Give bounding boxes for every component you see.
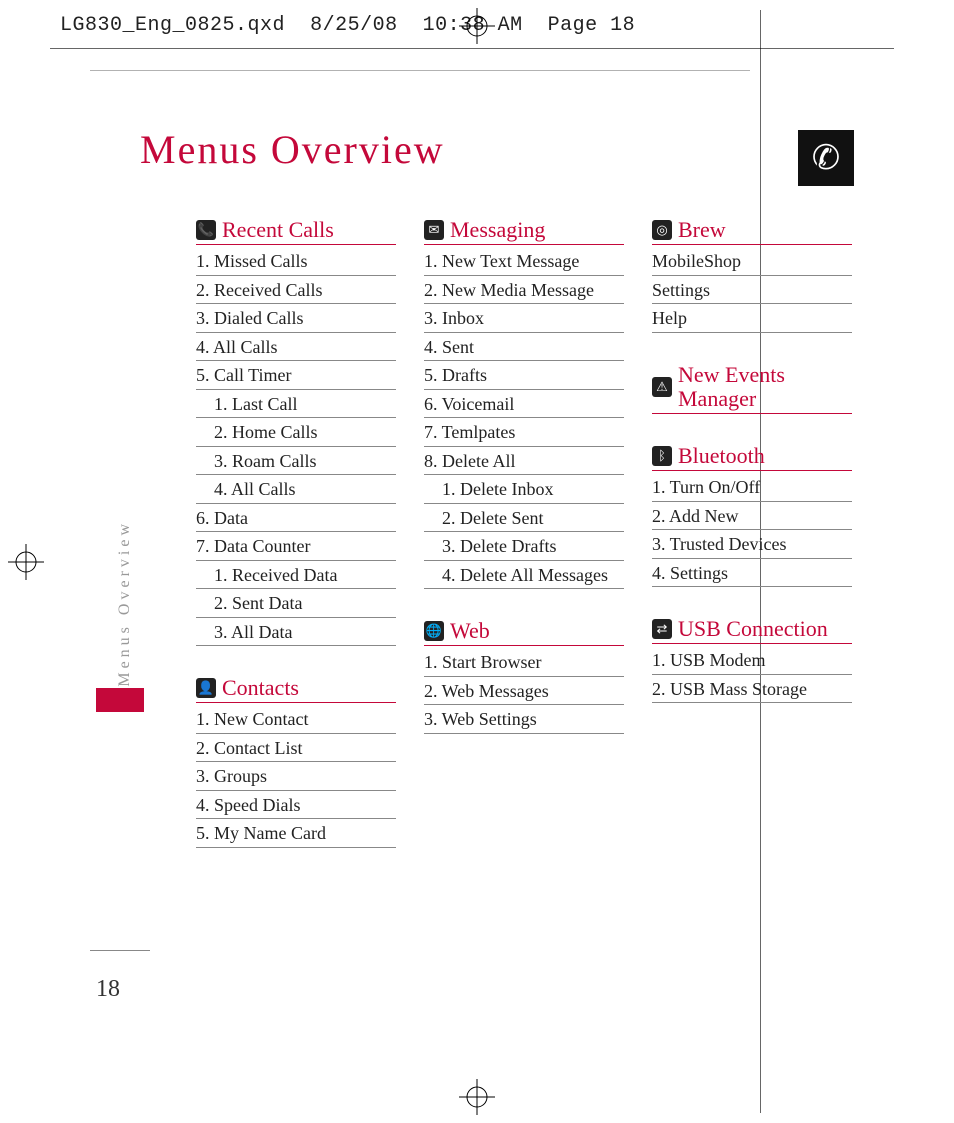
section-icon: 🌐 xyxy=(424,621,444,641)
menu-item: 2. Received Calls xyxy=(196,276,396,305)
section-title: Brew xyxy=(678,218,726,242)
menu-item: 4. Sent xyxy=(424,333,624,362)
menu-item: 4. All Calls xyxy=(196,333,396,362)
menu-item: MobileShop xyxy=(652,247,852,276)
menu-item: Help xyxy=(652,304,852,333)
phone-glyph: ✆ xyxy=(812,138,841,178)
section-heading: ᛒ Bluetooth xyxy=(652,444,852,471)
menu-item: 1. Last Call xyxy=(196,390,396,419)
menu-item: 5. Call Timer xyxy=(196,361,396,390)
menu-item: 1. Missed Calls xyxy=(196,247,396,276)
section-icon: ⚠ xyxy=(652,377,672,397)
section-title: New Events Manager xyxy=(678,363,852,411)
menu-item: 7. Temlpates xyxy=(424,418,624,447)
section-heading: 🌐 Web xyxy=(424,619,624,646)
registration-mark-left-icon xyxy=(8,544,44,580)
menu-item: 1. USB Modem xyxy=(652,646,852,675)
rule-top xyxy=(50,48,894,49)
menu-item: 2. USB Mass Storage xyxy=(652,675,852,704)
menu-item: 2. Add New xyxy=(652,502,852,531)
section-icon: ᛒ xyxy=(652,446,672,466)
menu-item: 3. All Data xyxy=(196,618,396,647)
menu-item: 5. Drafts xyxy=(424,361,624,390)
menu-item: 8. Delete All xyxy=(424,447,624,476)
menu-section: 🌐 Web 1. Start Browser2. Web Messages3. We… xyxy=(424,619,624,734)
menu-item: 2. Web Messages xyxy=(424,677,624,706)
page-title: Menus Overview xyxy=(140,126,445,173)
menu-item: 2. New Media Message xyxy=(424,276,624,305)
section-icon: ◎ xyxy=(652,220,672,240)
section-heading: ◎ Brew xyxy=(652,218,852,245)
menu-item: 3. Trusted Devices xyxy=(652,530,852,559)
menu-item: 3. Delete Drafts xyxy=(424,532,624,561)
menu-item: 7. Data Counter xyxy=(196,532,396,561)
menu-section: 👤 Contacts 1. New Contact2. Contact List3.… xyxy=(196,676,396,848)
column: 📞 Recent Calls 1. Missed Calls2. Received … xyxy=(196,218,396,878)
registration-mark-top-icon xyxy=(459,8,495,44)
header-filename: LG830_Eng_0825.qxd xyxy=(60,14,285,37)
menu-section: ᛒ Bluetooth 1. Turn On/Off2. Add New3. Tru… xyxy=(652,444,852,587)
menu-section: ◎ Brew MobileShopSettingsHelp xyxy=(652,218,852,333)
phone-icon: ✆ xyxy=(798,130,854,186)
menu-item: 2. Contact List xyxy=(196,734,396,763)
menu-item: 1. Received Data xyxy=(196,561,396,590)
section-title: USB Connection xyxy=(678,617,828,641)
section-heading: ✉ Messaging xyxy=(424,218,624,245)
side-rule xyxy=(90,950,150,951)
section-heading: 👤 Contacts xyxy=(196,676,396,703)
menu-item: 1. Delete Inbox xyxy=(424,475,624,504)
column: ◎ Brew MobileShopSettingsHelp ⚠ New Events M… xyxy=(652,218,852,878)
menu-item: 3. Groups xyxy=(196,762,396,791)
menu-item: 2. Sent Data xyxy=(196,589,396,618)
menu-item: Settings xyxy=(652,276,852,305)
menu-item: 1. New Contact xyxy=(196,705,396,734)
menu-item: 5. My Name Card xyxy=(196,819,396,848)
section-icon: ✉ xyxy=(424,220,444,240)
menu-item: 3. Roam Calls xyxy=(196,447,396,476)
section-heading: 📞 Recent Calls xyxy=(196,218,396,245)
rule-top-inner xyxy=(90,70,750,71)
columns-container: 📞 Recent Calls 1. Missed Calls2. Received … xyxy=(196,218,856,878)
menu-item: 1. Turn On/Off xyxy=(652,473,852,502)
menu-item: 6. Voicemail xyxy=(424,390,624,419)
menu-section: ✉ Messaging 1. New Text Message2. New Medi… xyxy=(424,218,624,589)
menu-item: 3. Inbox xyxy=(424,304,624,333)
section-icon: 👤 xyxy=(196,678,216,698)
menu-item: 3. Web Settings xyxy=(424,705,624,734)
menu-item: 1. Start Browser xyxy=(424,648,624,677)
menu-item: 1. New Text Message xyxy=(424,247,624,276)
menu-item: 4. All Calls xyxy=(196,475,396,504)
menu-item: 3. Dialed Calls xyxy=(196,304,396,333)
header-page: Page 18 xyxy=(548,14,636,37)
section-heading: ⚠ New Events Manager xyxy=(652,363,852,414)
menu-item: 4. Delete All Messages xyxy=(424,561,624,590)
menu-item: 2. Delete Sent xyxy=(424,504,624,533)
menu-section: ⚠ New Events Manager xyxy=(652,363,852,414)
print-header: LG830_Eng_0825.qxd 8/25/08 10:38 AM Page… xyxy=(60,14,635,37)
menu-section: 📞 Recent Calls 1. Missed Calls2. Received … xyxy=(196,218,396,646)
header-date: 8/25/08 xyxy=(310,14,398,37)
section-icon: ⇄ xyxy=(652,619,672,639)
menu-item: 6. Data xyxy=(196,504,396,533)
menu-section: ⇄ USB Connection 1. USB Modem2. USB Mass S… xyxy=(652,617,852,703)
menu-item: 4. Speed Dials xyxy=(196,791,396,820)
section-title: Contacts xyxy=(222,676,299,700)
registration-mark-bottom-icon xyxy=(459,1079,495,1115)
side-label: Menus Overview xyxy=(116,520,134,687)
section-heading: ⇄ USB Connection xyxy=(652,617,852,644)
section-title: Web xyxy=(450,619,490,643)
page-number: 18 xyxy=(96,976,120,1003)
section-title: Bluetooth xyxy=(678,444,765,468)
column: ✉ Messaging 1. New Text Message2. New Medi… xyxy=(424,218,624,878)
section-icon: 📞 xyxy=(196,220,216,240)
menu-item: 2. Home Calls xyxy=(196,418,396,447)
menu-item: 4. Settings xyxy=(652,559,852,588)
section-title: Messaging xyxy=(450,218,545,242)
side-accent-bar xyxy=(96,688,144,712)
section-title: Recent Calls xyxy=(222,218,334,242)
